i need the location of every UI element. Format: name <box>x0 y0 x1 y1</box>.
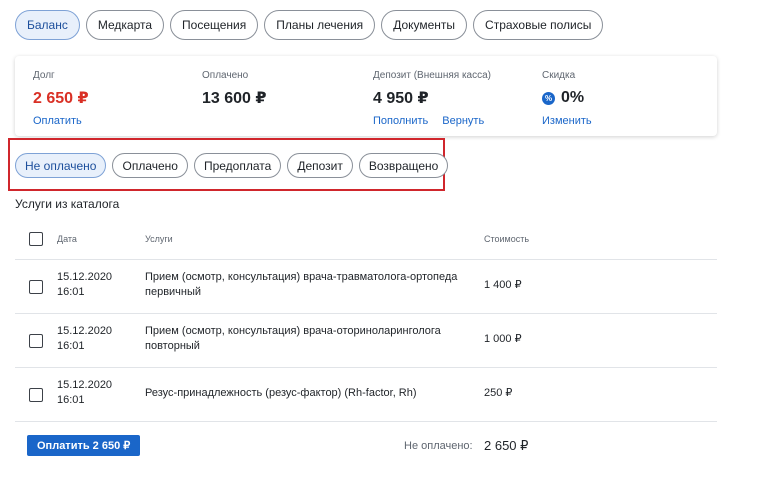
discount-block: Скидка % 0% Изменить <box>542 70 592 127</box>
row-cost: 250 ₽ <box>484 387 513 399</box>
change-discount-link[interactable]: Изменить <box>542 115 592 127</box>
services-table: Дата Услуги Стоимость 15.12.2020 16:01 П… <box>15 222 717 422</box>
row-service: Прием (осмотр, консультация) врача-отори… <box>145 325 441 352</box>
unpaid-total-label: Не оплачено: <box>404 440 473 452</box>
paid-label: Оплачено <box>202 70 249 81</box>
discount-value: 0% <box>561 89 585 106</box>
deposit-return-link[interactable]: Вернуть <box>442 115 484 127</box>
row-checkbox[interactable] <box>29 388 43 402</box>
table-row: 15.12.2020 16:01 Резус-принадлежность (р… <box>15 368 717 422</box>
header-cost: Стоимость <box>484 234 530 244</box>
section-title: Услуги из каталога <box>15 197 120 211</box>
tab-documents[interactable]: Документы <box>381 10 468 40</box>
row-time: 16:01 <box>57 394 85 406</box>
pay-button[interactable]: Оплатить 2 650 ₽ <box>27 435 141 456</box>
tab-balance[interactable]: Баланс <box>15 10 80 40</box>
header-date: Дата <box>57 234 77 244</box>
deposit-value: 4 950 ₽ <box>373 90 429 107</box>
discount-label: Скидка <box>542 70 576 81</box>
paid-value: 13 600 ₽ <box>202 90 267 107</box>
filter-prepayment[interactable]: Предоплата <box>193 153 282 178</box>
row-cost: 1 400 ₽ <box>484 279 522 291</box>
unpaid-total-value: 2 650 ₽ <box>484 438 529 453</box>
table-footer: Оплатить 2 650 ₽ Не оплачено: 2 650 ₽ <box>15 432 717 458</box>
filter-paid[interactable]: Оплачено <box>112 153 188 178</box>
tab-insurance[interactable]: Страховые полисы <box>473 10 604 40</box>
paid-block: Оплачено 13 600 ₽ <box>202 70 267 108</box>
deposit-block: Депозит (Внешняя касса) 4 950 ₽ Пополнит… <box>373 70 491 127</box>
deposit-label: Депозит (Внешняя касса) <box>373 70 492 81</box>
status-filters: Не оплачено Оплачено Предоплата Депозит … <box>15 153 449 178</box>
table-row: 15.12.2020 16:01 Прием (осмотр, консульт… <box>15 260 717 314</box>
row-date: 15.12.2020 <box>57 379 113 391</box>
percent-icon: % <box>542 91 555 105</box>
row-service: Прием (осмотр, консультация) врача-травм… <box>145 271 458 298</box>
tab-treatment-plans[interactable]: Планы лечения <box>264 10 376 40</box>
row-cost: 1 000 ₽ <box>484 333 522 345</box>
filter-unpaid[interactable]: Не оплачено <box>15 153 107 178</box>
pay-debt-link[interactable]: Оплатить <box>33 115 82 127</box>
row-date: 15.12.2020 <box>57 271 113 283</box>
header-service: Услуги <box>145 234 173 244</box>
row-checkbox[interactable] <box>29 280 43 294</box>
tab-visits[interactable]: Посещения <box>170 10 259 40</box>
select-all-checkbox[interactable] <box>29 232 43 246</box>
balance-card: Долг 2 650 ₽ Оплатить Оплачено 13 600 ₽ … <box>15 56 717 136</box>
table-row: 15.12.2020 16:01 Прием (осмотр, консульт… <box>15 314 717 368</box>
table-header: Дата Услуги Стоимость <box>15 222 717 260</box>
filter-deposit[interactable]: Депозит <box>287 153 353 178</box>
deposit-topup-link[interactable]: Пополнить <box>373 115 428 127</box>
row-time: 16:01 <box>57 340 85 352</box>
debt-label: Долг <box>33 70 55 81</box>
row-date: 15.12.2020 <box>57 325 113 337</box>
tab-medcard[interactable]: Медкарта <box>85 10 165 40</box>
row-service: Резус-принадлежность (резус-фактор) (Rh-… <box>145 387 417 399</box>
debt-value: 2 650 ₽ <box>33 90 89 107</box>
top-tabs: Баланс Медкарта Посещения Планы лечения … <box>15 10 604 40</box>
debt-block: Долг 2 650 ₽ Оплатить <box>33 70 89 127</box>
filter-returned[interactable]: Возвращено <box>358 153 449 178</box>
row-checkbox[interactable] <box>29 334 43 348</box>
row-time: 16:01 <box>57 286 85 298</box>
